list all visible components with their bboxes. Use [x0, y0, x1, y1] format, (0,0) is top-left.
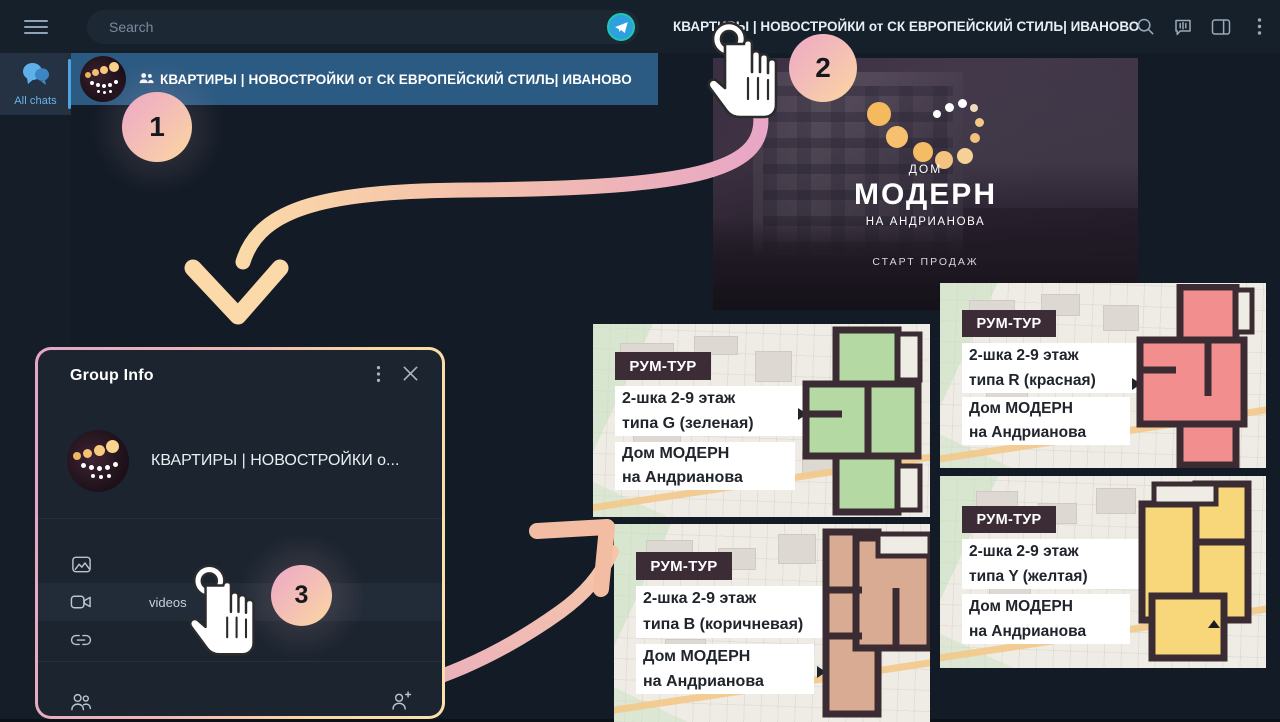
video-line-4: на Андрианова — [615, 466, 795, 490]
avatar — [67, 430, 129, 492]
step-number: 3 — [294, 581, 309, 609]
video-badge: РУМ-ТУР — [962, 506, 1056, 533]
sidebar-item-all-chats[interactable]: All chats — [0, 53, 71, 115]
group-info-panel: Group Info КВАРТИРЫ | НОВОСТРОЙКИ о... v… — [35, 347, 445, 719]
message-area: ДОМ МОДЕРН НА АНДРИАНОВА СТАРТ ПРОДАЖ РУ… — [593, 53, 1280, 722]
banner-kicker: ДОМ — [908, 162, 943, 176]
video-line-2: типа B (коричневая) — [636, 612, 844, 638]
sidebar-item-label: All chats — [14, 95, 57, 107]
divider — [38, 661, 442, 662]
video-line-1: 2-шка 2-9 этаж — [962, 343, 1158, 368]
step-number: 1 — [149, 111, 165, 142]
chat-header-actions — [1134, 0, 1270, 53]
chat-list-item-title-wrap: КВАРТИРЫ | НОВОСТРОЙКИ от СК ЕВРОПЕЙСКИЙ… — [139, 72, 632, 87]
banner-title: МОДЕРН — [854, 178, 997, 211]
video-line-1: 2-шка 2-9 этаж — [636, 586, 844, 612]
video-line-1: 2-шка 2-9 этаж — [615, 386, 825, 411]
search-icon[interactable] — [1134, 16, 1156, 38]
floorplan-yellow — [1138, 480, 1252, 662]
video-badge: РУМ-ТУР — [636, 552, 732, 580]
hand-cursor-2 — [707, 21, 778, 119]
voice-chat-icon[interactable] — [1172, 16, 1194, 38]
step-badge-1: 1 — [122, 92, 192, 162]
telegram-paper-plane-icon[interactable] — [607, 13, 635, 41]
video-line-3: Дом МОДЕРН — [962, 397, 1130, 421]
banner-footer: СТАРТ ПРОДАЖ — [872, 256, 979, 268]
video-line-4: на Андрианова — [962, 619, 1130, 644]
video-thumbnail-brown[interactable]: РУМ-ТУР 2-шка 2-9 этаж типа B (коричнева… — [614, 524, 930, 722]
step-number: 2 — [815, 52, 831, 83]
chat-list-item-title: КВАРТИРЫ | НОВОСТРОЙКИ от СК ЕВРОПЕЙСКИЙ… — [160, 71, 632, 87]
video-camera-icon — [69, 590, 93, 614]
toggle-sidebar-icon[interactable] — [1210, 16, 1232, 38]
floorplan-brown — [822, 528, 930, 718]
members-icon — [69, 690, 93, 714]
more-options-icon[interactable] — [1248, 16, 1270, 38]
video-line-3: Дом МОДЕРН — [615, 442, 795, 466]
video-line-2: типа Y (желтая) — [962, 564, 1158, 589]
group-info-header: Group Info — [38, 350, 442, 402]
add-member-icon[interactable] — [390, 691, 412, 713]
more-options-icon[interactable] — [376, 365, 381, 388]
video-line-4: на Андрианова — [962, 421, 1130, 445]
group-info-members[interactable] — [38, 683, 442, 716]
photo-icon — [69, 552, 93, 576]
video-thumbnail-yellow[interactable]: РУМ-ТУР 2-шка 2-9 этаж типа Y (желтая) Д… — [940, 476, 1266, 668]
divider — [38, 518, 442, 519]
floorplan-green — [802, 326, 923, 516]
video-line-3: Дом МОДЕРН — [962, 594, 1130, 619]
group-name: КВАРТИРЫ | НОВОСТРОЙКИ о... — [151, 452, 400, 469]
video-line-3: Дом МОДЕРН — [636, 644, 814, 669]
search-input[interactable]: Search — [87, 10, 639, 44]
video-badge: РУМ-ТУР — [962, 310, 1056, 337]
search-placeholder: Search — [109, 19, 154, 35]
step-badge-3: 3 — [271, 565, 332, 626]
video-thumbnail-green[interactable]: РУМ-ТУР 2-шка 2-9 этаж типа G (зеленая) … — [593, 324, 930, 517]
hand-cursor-3 — [189, 564, 255, 656]
hamburger-menu-button[interactable] — [0, 0, 71, 53]
hamburger-menu-icon — [23, 16, 48, 38]
video-line-2: типа G (зеленая) — [615, 411, 825, 436]
chats-bubble-icon — [21, 61, 51, 92]
close-icon[interactable] — [401, 364, 420, 388]
group-info-tab-label: videos — [149, 594, 187, 610]
link-icon — [69, 628, 93, 652]
video-badge: РУМ-ТУР — [615, 352, 711, 380]
search-topbar: Search — [71, 0, 658, 53]
banner-subtitle: НА АНДРИАНОВА — [865, 216, 986, 228]
group-profile[interactable]: КВАРТИРЫ | НОВОСТРОЙКИ о... — [38, 408, 442, 514]
floorplan-red — [1136, 284, 1255, 468]
video-line-2: типа R (красная) — [962, 368, 1158, 393]
video-thumbnail-red[interactable]: РУМ-ТУР 2-шка 2-9 этаж типа R (красная) … — [940, 283, 1266, 468]
video-line-1: 2-шка 2-9 этаж — [962, 539, 1158, 564]
video-line-4: на Андрианова — [636, 669, 814, 694]
app-root: All chats Search КВАРТИРЫ | НОВОСТРОЙКИ … — [0, 0, 1280, 722]
page-title: Group Info — [70, 367, 154, 384]
